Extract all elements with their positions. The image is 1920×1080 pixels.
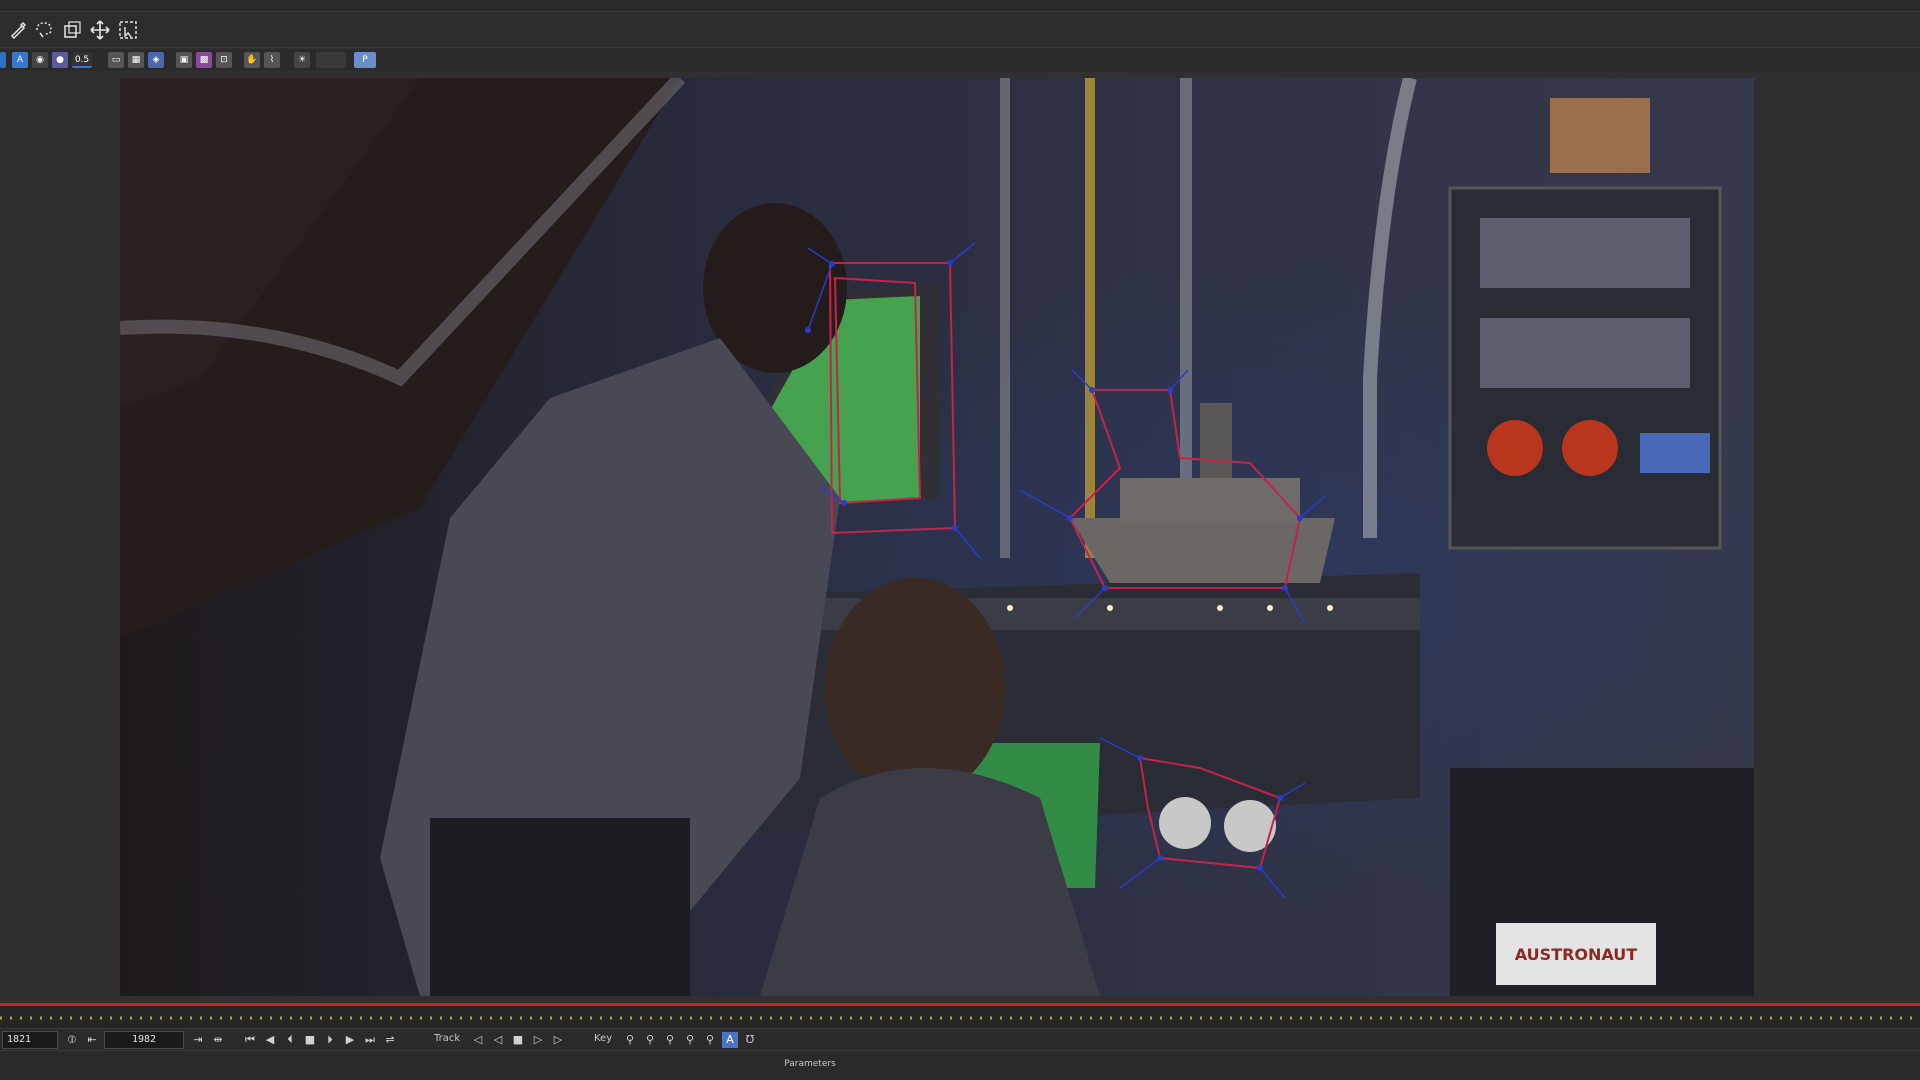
play-forward-icon[interactable]: ▶ — [342, 1032, 358, 1048]
parameters-title: Parameters — [784, 1059, 836, 1069]
in-point-icon[interactable]: ⦶ — [64, 1032, 80, 1048]
timeline-ruler[interactable] — [0, 1006, 1920, 1028]
loop-range-icon[interactable]: ⇹ — [210, 1032, 226, 1048]
track-stop-icon[interactable]: ■ — [510, 1032, 526, 1048]
key-label: Key — [594, 1033, 613, 1044]
set-out-icon[interactable]: ⇥ — [190, 1032, 206, 1048]
transform-tool-icon[interactable] — [60, 18, 84, 42]
stabilize-icon[interactable]: ◈ — [148, 52, 164, 68]
frame-icon[interactable]: ▣ — [176, 52, 192, 68]
footage-frame: AUSTRONAUT — [120, 78, 1754, 996]
opacity-value[interactable]: 0.5 — [72, 52, 92, 68]
lasso-tool-icon[interactable] — [32, 18, 56, 42]
track-step-back-icon[interactable]: ◁ — [490, 1032, 506, 1048]
end-frame-field[interactable]: 1982 — [104, 1031, 184, 1049]
monitor-icon[interactable]: ▭ — [108, 52, 124, 68]
track-backward-icon[interactable]: ◁ — [470, 1032, 486, 1048]
step-back-icon[interactable]: ⏴ — [282, 1032, 298, 1048]
timeline-ticks — [0, 1016, 1920, 1020]
stop-icon[interactable]: ■ — [302, 1032, 318, 1048]
app-titlebar — [0, 0, 1920, 12]
add-key-icon[interactable]: ⚲ — [642, 1032, 658, 1048]
overlay-toggle-icon[interactable]: ◉ — [32, 52, 48, 68]
p-button[interactable]: P — [354, 52, 376, 68]
matte-icon[interactable]: ▩ — [196, 52, 212, 68]
exposure-slider[interactable] — [316, 52, 346, 68]
brightness-icon[interactable]: ☀ — [294, 52, 310, 68]
go-start-icon[interactable]: ⏮ — [242, 1032, 258, 1048]
footage-viewer[interactable]: AUSTRONAUT — [120, 78, 1754, 996]
main-toolbar — [0, 12, 1920, 48]
key-filter-icon[interactable]: Ʊ — [742, 1032, 758, 1048]
hand-icon[interactable]: ✋ — [244, 52, 260, 68]
track-forward-icon[interactable]: ▷ — [550, 1032, 566, 1048]
step-forward-icon[interactable]: ⏵ — [322, 1032, 338, 1048]
key-all-icon[interactable]: ⚲ — [702, 1032, 718, 1048]
track-label: Track — [434, 1033, 461, 1044]
move-tool-icon[interactable] — [88, 18, 112, 42]
view-toolbar: A ◉ ● 0.5 ▭ ▦ ◈ ▣ ▩ ⊡ ✋ ⌇ ☀ P — [0, 49, 1920, 71]
play-backward-icon[interactable]: ◀ — [262, 1032, 278, 1048]
eyedropper-icon[interactable]: ⌇ — [264, 52, 280, 68]
auto-button[interactable]: A — [12, 52, 28, 68]
pen-tool-icon[interactable] — [6, 18, 30, 42]
current-frame-field[interactable]: 1821 — [2, 1031, 58, 1049]
prev-key-icon[interactable]: ⚲ — [622, 1032, 638, 1048]
auto-key-button[interactable]: A — [722, 1032, 738, 1048]
track-step-forward-icon[interactable]: ▷ — [530, 1032, 546, 1048]
mask-toggle-icon[interactable]: ● — [52, 52, 68, 68]
set-in-icon[interactable]: ⇤ — [84, 1032, 100, 1048]
sign-text: AUSTRONAUT — [1515, 945, 1638, 964]
delete-key-icon[interactable]: ⚲ — [662, 1032, 678, 1048]
parameters-panel: Parameters — [0, 1050, 1920, 1080]
next-key-icon[interactable]: ⚲ — [682, 1032, 698, 1048]
transport-bar: 1821 ⦶ ⇤ 1982 ⇥ ⇹ ⏮ ◀ ⏴ ■ ⏵ ▶ ⏭ ⇌ Track … — [0, 1028, 1920, 1050]
grid-view-icon[interactable]: ▦ — [128, 52, 144, 68]
zoom-icon[interactable]: ⊡ — [216, 52, 232, 68]
loop-mode-icon[interactable]: ⇌ — [382, 1032, 398, 1048]
select-tool-icon[interactable] — [116, 18, 140, 42]
go-end-icon[interactable]: ⏭ — [362, 1032, 378, 1048]
layer-indicator — [0, 52, 6, 68]
